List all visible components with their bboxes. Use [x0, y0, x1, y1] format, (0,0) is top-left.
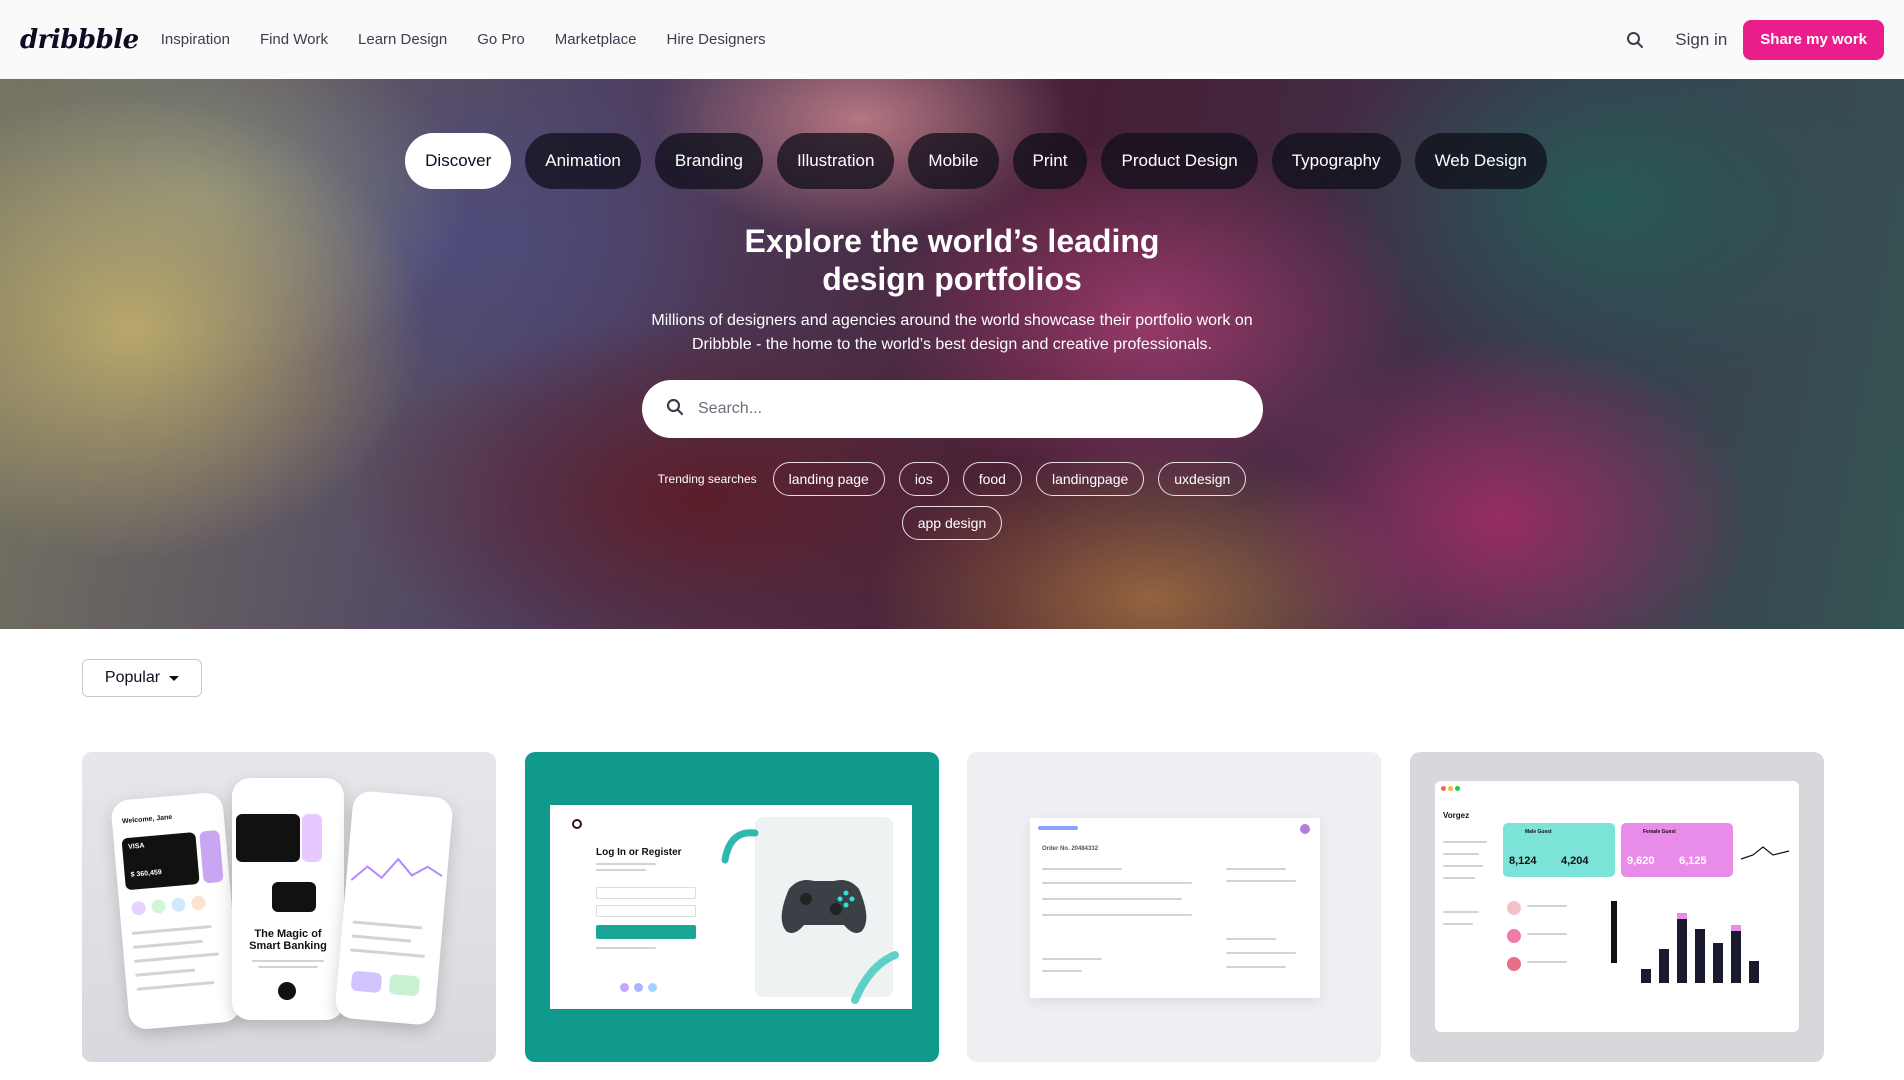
shot-card-smart-banking[interactable]: Welcome, Jane VISA $ 360,459 The Magic o… — [82, 752, 496, 1062]
trending-tag-landingpage[interactable]: landingpage — [1035, 462, 1145, 496]
shot-card-order-dashboard[interactable]: Order No. 20484332 — [967, 752, 1381, 1062]
hero-title-line-2: design portfolios — [822, 261, 1082, 297]
nav-hire-designers[interactable]: Hire Designers — [666, 31, 765, 48]
filter-label: Popular — [104, 669, 161, 686]
card-brand: VISA — [127, 842, 145, 851]
stat-1: 8,124 — [1509, 855, 1537, 867]
game-controller-icon — [781, 880, 867, 933]
category-tabs: Discover Animation Branding Illustration… — [0, 133, 1904, 189]
main-nav: Inspiration Find Work Learn Design Go Pr… — [161, 31, 796, 48]
hero-title-line-1: Explore the world’s leading — [744, 223, 1160, 259]
hero-banner: Discover Animation Branding Illustration… — [0, 79, 1904, 629]
bank-card: VISA $ 360,459 — [121, 832, 200, 891]
tab-branding[interactable]: Branding — [654, 133, 763, 189]
dashboard-brand: Vorgez — [1443, 811, 1470, 820]
trending-searches: Trending searches landing page ios food … — [0, 462, 1904, 550]
dribbble-logo[interactable]: dribbble — [20, 25, 139, 55]
phone-mockup: Welcome, Jane VISA $ 360,459 — [110, 791, 242, 1031]
search-icon — [666, 398, 684, 421]
shot-card-hotel-dashboard[interactable]: Vorgez Male Guest 8,124 4,204 Female Gue… — [1410, 752, 1824, 1062]
welcome-text: Welcome, Jane — [121, 813, 173, 826]
sign-in-link[interactable]: Sign in — [1675, 30, 1727, 50]
tab-print[interactable]: Print — [1012, 133, 1088, 189]
trending-tag-ios[interactable]: ios — [898, 462, 949, 496]
nav-learn-design[interactable]: Learn Design — [358, 31, 447, 48]
login-headline: Log In or Register — [596, 847, 682, 858]
tab-product-design[interactable]: Product Design — [1101, 133, 1258, 189]
nav-marketplace[interactable]: Marketplace — [555, 31, 637, 48]
dashboard-mockup: Vorgez Male Guest 8,124 4,204 Female Gue… — [1435, 781, 1799, 1032]
stat-3: 9,620 — [1627, 855, 1655, 867]
top-header: dribbble Inspiration Find Work Learn Des… — [0, 0, 1904, 79]
nav-go-pro[interactable]: Go Pro — [477, 31, 525, 48]
trending-tag-landing-page[interactable]: landing page — [772, 462, 885, 496]
share-my-work-button[interactable]: Share my work — [1743, 19, 1884, 60]
hero-subtitle-line-2: Dribbble - the home to the world’s best … — [692, 336, 1212, 353]
header-actions: Sign in Share my work — [1621, 0, 1884, 79]
guest-traffic-bars — [1641, 913, 1759, 983]
hero-search-box[interactable] — [642, 380, 1263, 438]
nav-inspiration[interactable]: Inspiration — [161, 31, 230, 48]
tab-web-design[interactable]: Web Design — [1414, 133, 1547, 189]
hero-search-input[interactable] — [698, 400, 1198, 418]
hero-subtitle-line-1: Millions of designers and agencies aroun… — [651, 312, 1253, 329]
trending-tag-uxdesign[interactable]: uxdesign — [1158, 462, 1247, 496]
shot-card-login-register[interactable]: Log In or Register — [525, 752, 939, 1062]
hero-subtitle: Millions of designers and agencies aroun… — [0, 309, 1904, 357]
trending-tag-food[interactable]: food — [962, 462, 1022, 496]
tab-mobile[interactable]: Mobile — [908, 133, 999, 189]
hero-title: Explore the world’s leading design portf… — [0, 222, 1904, 298]
popular-filter-dropdown[interactable]: Popular — [82, 659, 202, 697]
male-guest-label: Male Guest — [1525, 829, 1552, 835]
male-guest-card: Male Guest 8,124 4,204 — [1503, 823, 1615, 877]
tab-discover[interactable]: Discover — [405, 133, 512, 189]
banking-headline: The Magic of Smart Banking — [246, 928, 330, 952]
card-accent — [199, 829, 224, 884]
order-mockup: Order No. 20484332 — [1030, 818, 1320, 998]
card-balance: $ 360,459 — [130, 869, 163, 879]
phone-mockup-right — [334, 790, 454, 1026]
stat-4: 6,125 — [1679, 855, 1707, 867]
search-icon[interactable] — [1621, 26, 1649, 54]
female-guest-card: Female Guest 9,620 6,125 — [1621, 823, 1733, 877]
trending-tag-app-design[interactable]: app design — [901, 506, 1003, 540]
tab-typography[interactable]: Typography — [1271, 133, 1401, 189]
female-guest-label: Female Guest — [1643, 829, 1676, 835]
banking-headline-line-1: The Magic of — [254, 928, 322, 940]
login-mockup: Log In or Register — [550, 805, 912, 1009]
stat-2: 4,204 — [1561, 855, 1589, 867]
chevron-down-icon — [169, 675, 180, 681]
trending-label: Trending searches — [657, 472, 757, 486]
banking-headline-line-2: Smart Banking — [249, 940, 327, 952]
phone-mockup-center: The Magic of Smart Banking — [232, 778, 344, 1020]
tab-illustration[interactable]: Illustration — [776, 133, 895, 189]
tab-animation[interactable]: Animation — [525, 133, 641, 189]
nav-find-work[interactable]: Find Work — [260, 31, 328, 48]
order-number: Order No. 20484332 — [1042, 846, 1099, 852]
